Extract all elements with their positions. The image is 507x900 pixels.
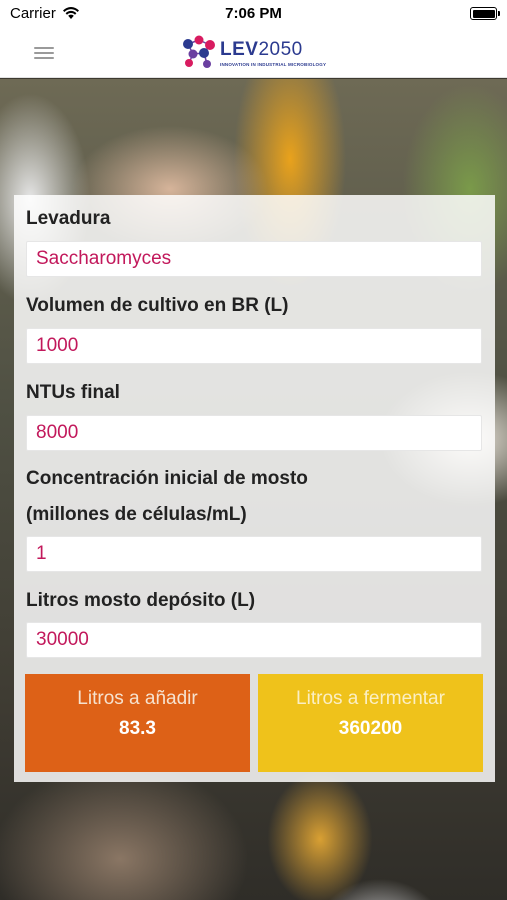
ntus-input[interactable]: [26, 415, 482, 451]
litros-deposito-input[interactable]: [26, 622, 482, 658]
litros-fermentar-result: Litros a fermentar 360200: [258, 674, 483, 772]
levadura-input[interactable]: [26, 241, 482, 277]
concentracion-label: Concentración inicial de mosto: [26, 468, 308, 489]
litros-fermentar-value: 360200: [338, 718, 403, 739]
litros-anadir-value: 83.3: [119, 718, 156, 739]
litros-anadir-label: Litros a añadir: [77, 688, 198, 709]
app-logo: LEV2050 INNOVATION IN INDUSTRIAL MICROBI…: [180, 34, 326, 72]
logo-wordmark: LEV2050: [220, 39, 303, 60]
litros-anadir-result: Litros a añadir 83.3: [25, 674, 250, 772]
molecule-logo-icon: [183, 35, 215, 68]
calculator-form: Levadura Volumen de cultivo en BR (L) NT…: [14, 195, 495, 782]
volumen-input[interactable]: [26, 328, 482, 364]
concentracion-input[interactable]: [26, 536, 482, 572]
logo-tagline: INNOVATION IN INDUSTRIAL MICROBIOLOGY: [220, 62, 327, 67]
ntus-label: NTUs final: [26, 382, 120, 403]
concentracion-sublabel: (millones de células/mL): [26, 504, 247, 525]
hamburger-icon[interactable]: [32, 43, 56, 63]
volumen-label: Volumen de cultivo en BR (L): [26, 295, 289, 316]
litros-fermentar-label: Litros a fermentar: [296, 688, 445, 709]
litros-deposito-label: Litros mosto depósito (L): [26, 590, 256, 611]
battery-icon: [470, 7, 500, 20]
nav-bar: LEV2050 INNOVATION IN INDUSTRIAL MICROBI…: [0, 28, 507, 78]
levadura-label: Levadura: [26, 208, 111, 229]
status-time: 7:06 PM: [225, 5, 282, 22]
status-bar: Carrier 7:06 PM: [0, 0, 507, 28]
